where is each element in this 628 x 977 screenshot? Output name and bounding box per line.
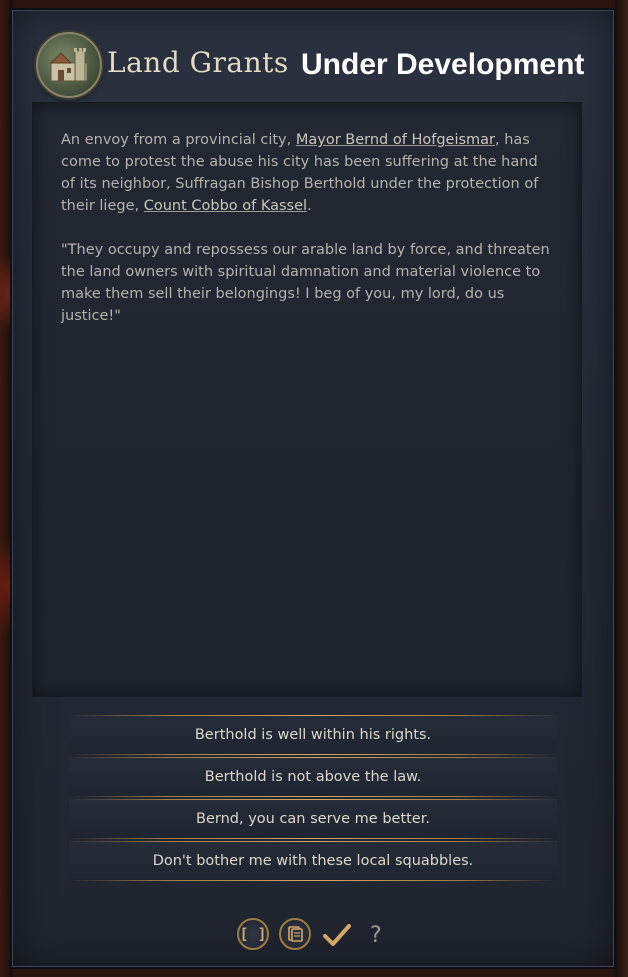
option-button-dismiss[interactable]: Don't bother me with these local squabbl… bbox=[69, 841, 557, 881]
question-icon[interactable]: ? bbox=[370, 923, 382, 948]
event-window: Land Grants Under Development An envoy f… bbox=[10, 8, 616, 969]
event-title: Land Grants bbox=[107, 46, 289, 79]
option-button-berthold-rights[interactable]: Berthold is well within his rights. bbox=[69, 715, 557, 755]
description-paragraph-1: An envoy from a provincial city, Mayor B… bbox=[61, 129, 553, 217]
event-description: An envoy from a provincial city, Mayor B… bbox=[61, 129, 553, 349]
event-footer: [ ] ? bbox=[12, 915, 614, 959]
option-button-bernd-serve[interactable]: Bernd, you can serve me better. bbox=[69, 799, 557, 839]
paragraph-text: . bbox=[307, 198, 312, 214]
under-development-label: Under Development bbox=[301, 48, 585, 81]
character-link-cobbo[interactable]: Count Cobbo of Kassel bbox=[144, 198, 307, 214]
brackets-icon[interactable]: [ ] bbox=[237, 918, 269, 950]
event-options: Berthold is well within his rights. Bert… bbox=[69, 715, 557, 883]
event-description-area: An envoy from a provincial city, Mayor B… bbox=[32, 102, 582, 697]
character-link-bernd[interactable]: Mayor Bernd of Hofgeismar bbox=[296, 132, 495, 148]
checkmark-icon[interactable] bbox=[321, 920, 353, 950]
event-header: Land Grants Under Development bbox=[12, 10, 614, 110]
description-paragraph-2: "They occupy and repossess our arable la… bbox=[61, 242, 550, 324]
scroll-icon[interactable] bbox=[279, 918, 311, 950]
castle-icon bbox=[36, 32, 102, 98]
option-button-berthold-law[interactable]: Berthold is not above the law. bbox=[69, 757, 557, 797]
paragraph-text: An envoy from a provincial city, bbox=[61, 132, 296, 148]
